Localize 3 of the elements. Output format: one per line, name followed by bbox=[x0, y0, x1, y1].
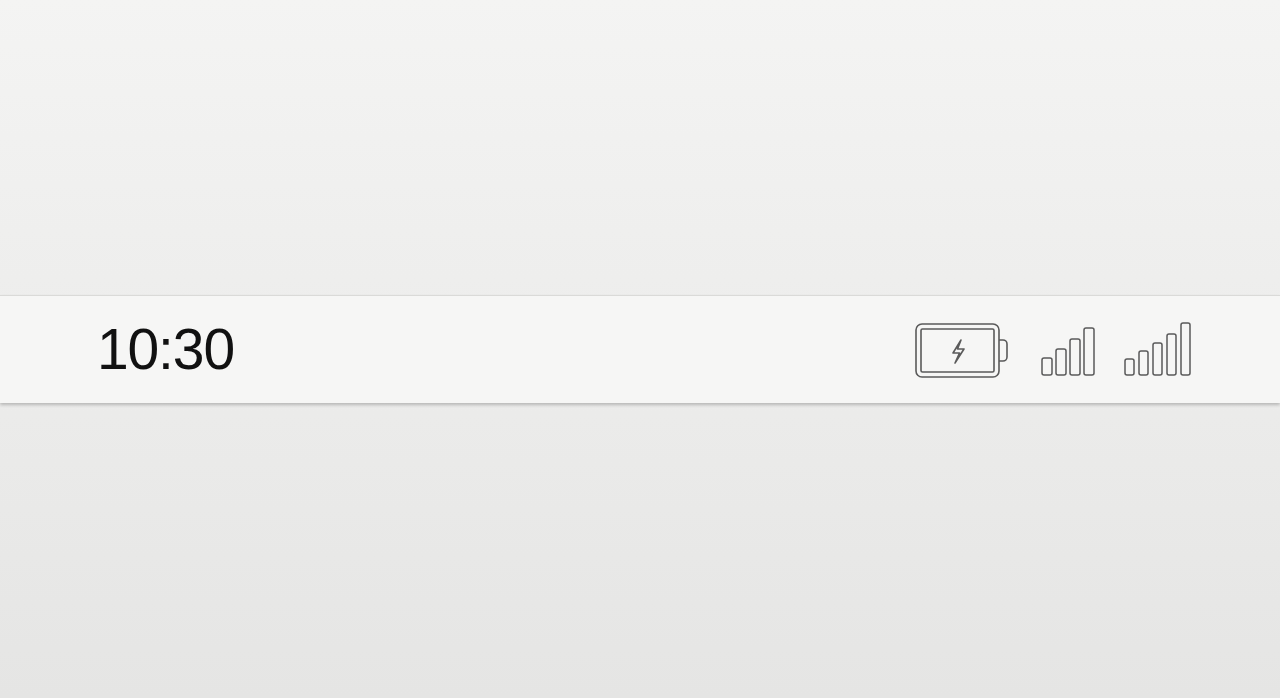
signal-bars-icon bbox=[1124, 321, 1191, 376]
time-text: 10:30 bbox=[97, 321, 234, 378]
signal-bars-icon bbox=[1041, 326, 1095, 376]
